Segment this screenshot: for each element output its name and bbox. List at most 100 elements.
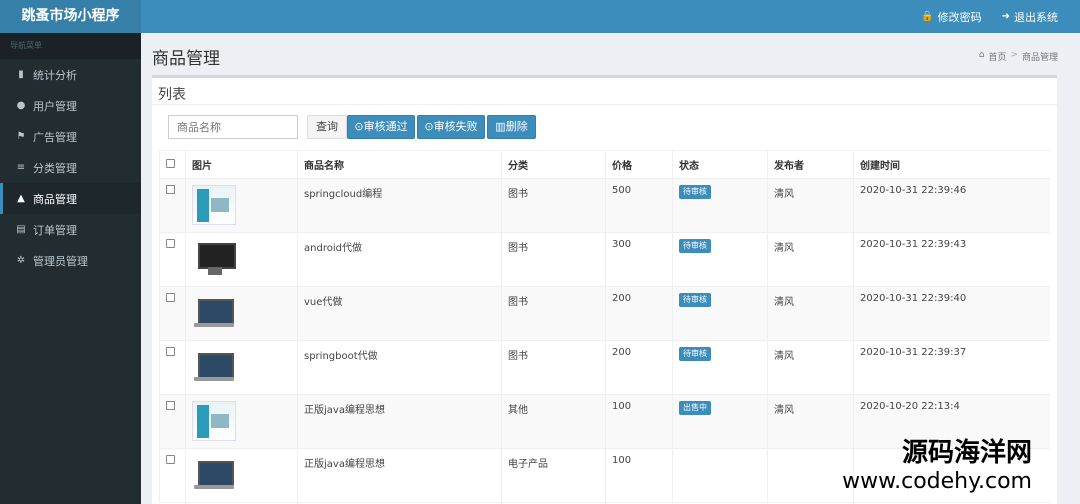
status-badge: 待审核 (679, 239, 711, 253)
product-thumbnail[interactable] (192, 347, 236, 387)
sidebar-item-label: 统计分析 (33, 68, 77, 82)
status-cell: 待审核 (672, 340, 768, 395)
publisher-cell: 清风 (767, 340, 854, 395)
row-select-cell (159, 394, 186, 449)
row-checkbox[interactable] (166, 347, 175, 356)
sidebar-item-users[interactable]: ● 用户管理 (0, 90, 141, 121)
row-select-cell (159, 286, 186, 341)
name-cell: vue代做 (297, 286, 502, 341)
publisher-cell: 清风 (767, 286, 854, 341)
column-header-price: 价格 (605, 150, 673, 179)
image-cell (185, 232, 298, 287)
gear-icon: ✲ (16, 255, 26, 266)
status-badge: 待审核 (679, 293, 711, 307)
sidebar-item-statistics[interactable]: ▮ 统计分析 (0, 59, 141, 90)
status-cell: 出售中 (672, 394, 768, 449)
status-cell: 待审核 (672, 178, 768, 233)
table-row[interactable]: vue代做 图书 200 待审核 清风 2020-10-31 22:39:40 (159, 286, 1050, 341)
logout-link[interactable]: ➜ 退出系统 (1002, 9, 1058, 25)
row-checkbox[interactable] (166, 293, 175, 302)
app-title[interactable]: 跳蚤市场小程序 (0, 0, 141, 33)
product-thumbnail[interactable] (192, 293, 236, 333)
image-cell (185, 394, 298, 449)
name-cell: 正版java编程思想 (297, 394, 502, 449)
price-cell: 500 (605, 178, 673, 233)
row-checkbox[interactable] (166, 455, 175, 464)
row-select-cell (159, 232, 186, 287)
image-cell (185, 178, 298, 233)
sidebar: 导航菜单 ▮ 统计分析 ● 用户管理 ⚑ 广告管理 ≡ 分类管理 ▲ 商品管理 … (0, 33, 141, 504)
flag-icon: ⚑ (16, 131, 26, 142)
sidebar-item-label: 广告管理 (33, 130, 77, 144)
sidebar-header: 导航菜单 (0, 33, 141, 59)
change-password-link[interactable]: 🔒 修改密码 (921, 9, 981, 25)
watermark-url: www.codehy.com (842, 469, 1032, 494)
sidebar-item-label: 分类管理 (33, 161, 77, 175)
product-thumbnail[interactable] (192, 239, 236, 279)
sidebar-item-categories[interactable]: ≡ 分类管理 (0, 152, 141, 183)
image-cell (185, 448, 298, 503)
lock-icon: 🔒 (921, 11, 934, 22)
sidebar-item-ads[interactable]: ⚑ 广告管理 (0, 121, 141, 152)
price-cell: 100 (605, 394, 673, 449)
list-icon: ≡ (16, 162, 26, 173)
sidebar-item-label: 管理员管理 (33, 254, 88, 268)
table-row[interactable]: springboot代做 图书 200 待审核 清风 2020-10-31 22:39:3… (159, 340, 1050, 395)
home-icon: ⌂ (978, 50, 985, 60)
status-cell (672, 448, 768, 503)
category-cell: 其他 (501, 394, 606, 449)
trash-icon: ▥ (495, 120, 506, 133)
category-cell: 图书 (501, 286, 606, 341)
select-all-checkbox[interactable] (166, 158, 175, 168)
query-button[interactable]: 查询 (307, 115, 347, 139)
image-cell (185, 286, 298, 341)
logout-label: 退出系统 (1014, 10, 1058, 24)
bank-icon: ▲ (17, 193, 25, 204)
image-cell (185, 340, 298, 395)
sidebar-item-admins[interactable]: ✲ 管理员管理 (0, 245, 141, 276)
file-icon: ▤ (16, 224, 26, 235)
category-cell: 电子产品 (501, 448, 606, 503)
breadcrumb-home[interactable]: 首页 (988, 50, 1006, 63)
price-cell: 200 (605, 286, 673, 341)
table-row[interactable]: springcloud编程 图书 500 待审核 清风 2020-10-31 22:39:… (159, 178, 1050, 233)
change-password-label: 修改密码 (937, 10, 982, 24)
name-cell: android代做 (297, 232, 502, 287)
created-cell: 2020-10-31 22:39:40 (853, 286, 1050, 341)
product-thumbnail[interactable] (192, 455, 236, 495)
sidebar-item-orders[interactable]: ▤ 订单管理 (0, 214, 141, 245)
product-thumbnail[interactable] (192, 401, 236, 441)
column-header-status: 状态 (672, 150, 768, 179)
sidebar-item-label: 订单管理 (33, 223, 77, 237)
sidebar-item-label: 商品管理 (33, 192, 77, 206)
sidebar-item-products[interactable]: ▲ 商品管理 (0, 183, 141, 214)
top-navbar: 跳蚤市场小程序 🔒 修改密码 ➜ 退出系统 (0, 0, 1080, 33)
approve-label: 审核通过 (363, 120, 408, 133)
delete-button[interactable]: ▥删除 (487, 115, 536, 139)
column-header-name: 商品名称 (297, 150, 502, 179)
category-cell: 图书 (501, 178, 606, 233)
category-cell: 图书 (501, 232, 606, 287)
row-checkbox[interactable] (166, 239, 175, 248)
row-checkbox[interactable] (166, 185, 175, 194)
name-cell: 正版java编程思想 (297, 448, 502, 503)
watermark: 源码海洋网 www.codehy.com (842, 432, 1032, 494)
reject-label: 审核失败 (433, 120, 478, 133)
publisher-cell (767, 448, 854, 503)
price-cell: 100 (605, 448, 673, 503)
page-title: 商品管理 (152, 49, 220, 69)
product-name-search-input[interactable] (168, 115, 298, 139)
box-title: 列表 (158, 87, 186, 103)
reject-button[interactable]: ⊙审核失败 (417, 115, 485, 139)
sidebar-item-label: 用户管理 (33, 99, 77, 113)
table-row[interactable]: android代做 图书 300 待审核 清风 2020-10-31 22:39:43 (159, 232, 1050, 287)
product-thumbnail[interactable] (192, 185, 236, 225)
row-checkbox[interactable] (166, 401, 175, 410)
price-cell: 300 (605, 232, 673, 287)
status-cell: 待审核 (672, 286, 768, 341)
cross-circle-icon: ⊙ (424, 120, 434, 133)
table-header-row: 图片 商品名称 分类 价格 状态 发布者 创建时间 (159, 150, 1050, 179)
approve-button[interactable]: ⊙审核通过 (347, 115, 415, 139)
category-cell: 图书 (501, 340, 606, 395)
price-cell: 200 (605, 340, 673, 395)
